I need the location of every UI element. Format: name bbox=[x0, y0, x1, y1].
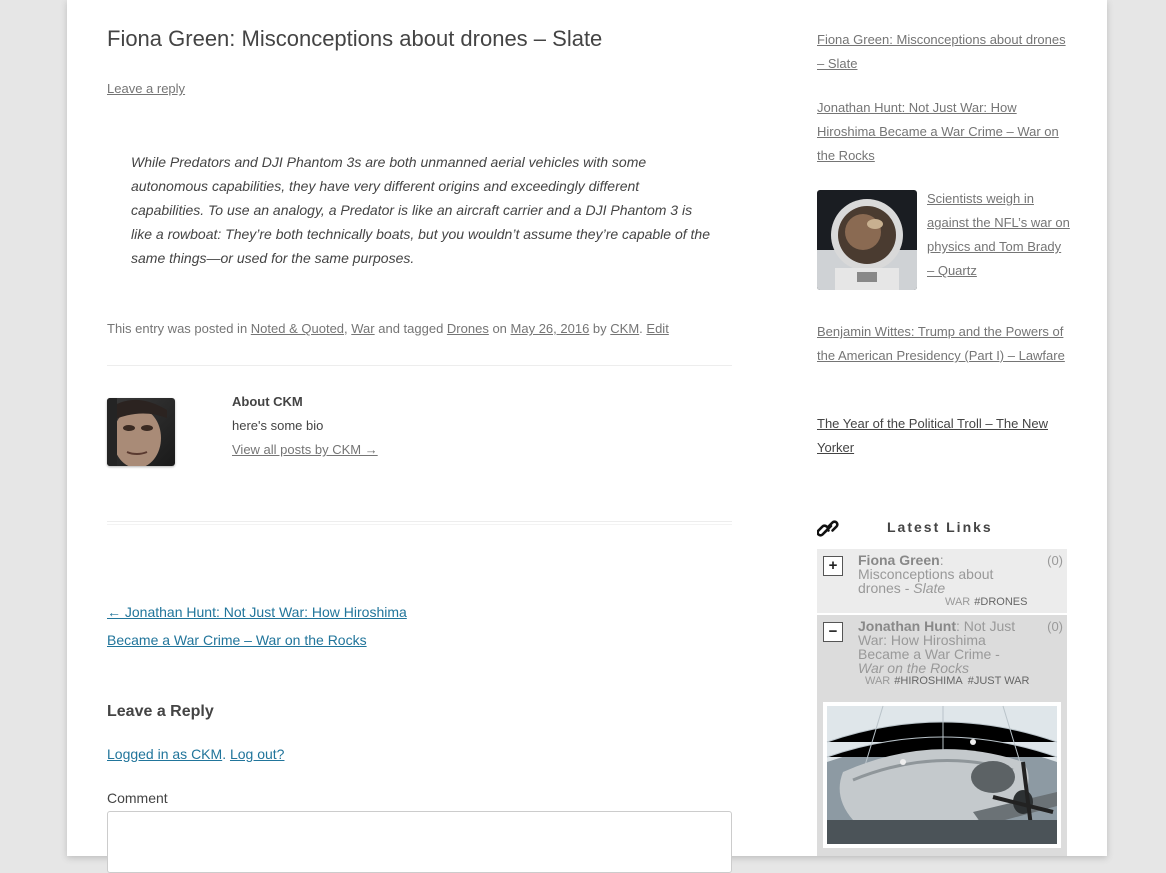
latest-link-item-expanded: − Jonathan Hunt: Not Just War: How Hiros… bbox=[817, 615, 1067, 856]
edit-link[interactable]: Edit bbox=[646, 321, 668, 336]
sidebar-post-link[interactable]: Jonathan Hunt: Not Just War: How Hiroshi… bbox=[817, 96, 1071, 168]
latest-links-title: Latest Links bbox=[887, 519, 993, 535]
previous-post-link[interactable]: ← Jonathan Hunt: Not Just War: How Hiros… bbox=[107, 598, 437, 654]
latest-link-tags: WAR #HIROSHIMA #JUST WAR bbox=[865, 675, 1029, 687]
entry-meta: This entry was posted in Noted & Quoted,… bbox=[107, 321, 669, 336]
divider bbox=[107, 365, 732, 366]
logged-in-separator: . bbox=[222, 746, 230, 762]
meta-tagged: and tagged bbox=[374, 321, 447, 336]
divider bbox=[107, 521, 732, 522]
author-bio: here's some bio bbox=[232, 418, 324, 433]
page: Fiona Green: Misconceptions about drones… bbox=[67, 0, 1107, 873]
author-link[interactable]: CKM bbox=[610, 321, 639, 336]
logged-in-notice: Logged in as CKM. Log out? bbox=[107, 746, 284, 762]
latest-link-source: Slate bbox=[913, 580, 946, 596]
logout-link[interactable]: Log out? bbox=[230, 746, 285, 762]
author-box-title: About CKM bbox=[232, 394, 303, 409]
sidebar-post-link[interactable]: Benjamin Wittes: Trump and the Powers of… bbox=[817, 320, 1071, 368]
post-quote: While Predators and DJI Phantom 3s are b… bbox=[131, 154, 710, 266]
sidebar-post-link[interactable]: Scientists weigh in against the NFL’s wa… bbox=[927, 187, 1071, 283]
entry-title: Fiona Green: Misconceptions about drones… bbox=[107, 26, 603, 51]
bomber-aircraft-image[interactable] bbox=[823, 702, 1061, 848]
latest-link-source: War on the Rocks bbox=[858, 660, 970, 676]
view-all-posts-link[interactable]: View all posts by CKM → bbox=[232, 442, 378, 457]
category-link-war[interactable]: War bbox=[351, 321, 374, 336]
tag-label[interactable]: #DRONES bbox=[974, 596, 1027, 608]
author-avatar bbox=[107, 398, 175, 466]
post-date-link[interactable]: May 26, 2016 bbox=[511, 321, 590, 336]
latest-link-text[interactable]: Jonathan Hunt: Not Just War: How Hiroshi… bbox=[858, 619, 1026, 675]
category-label[interactable]: WAR bbox=[945, 596, 970, 608]
leave-reply-link[interactable]: Leave a reply bbox=[107, 81, 185, 96]
comment-textarea[interactable] bbox=[107, 811, 732, 873]
logged-in-user-link[interactable]: Logged in as CKM bbox=[107, 746, 222, 762]
comment-count: (0) bbox=[1047, 553, 1063, 568]
tag-label[interactable]: #JUST WAR bbox=[968, 675, 1030, 687]
category-link-noted-quoted[interactable]: Noted & Quoted bbox=[251, 321, 344, 336]
collapse-toggle-button[interactable]: − bbox=[823, 622, 843, 642]
divider bbox=[107, 524, 732, 525]
tag-link-drones[interactable]: Drones bbox=[447, 321, 489, 336]
latest-link-item: + Fiona Green: Misconceptions about dron… bbox=[817, 549, 1067, 613]
meta-on: on bbox=[488, 321, 511, 336]
tag-label[interactable]: #HIROSHIMA bbox=[894, 675, 962, 687]
sidebar-post-link[interactable]: The Year of the Political Troll – The Ne… bbox=[817, 412, 1071, 460]
meta-prefix: This entry was posted in bbox=[107, 321, 251, 336]
latest-link-text[interactable]: Fiona Green: Misconceptions about drones… bbox=[858, 553, 1026, 595]
comment-label: Comment bbox=[107, 790, 168, 806]
link-chain-icon bbox=[816, 518, 839, 540]
astronaut-thumbnail[interactable] bbox=[817, 190, 917, 290]
expand-toggle-button[interactable]: + bbox=[823, 556, 843, 576]
reply-title: Leave a Reply bbox=[107, 703, 214, 720]
comment-count: (0) bbox=[1047, 619, 1063, 634]
category-label[interactable]: WAR bbox=[865, 675, 890, 687]
latest-link-tags: WAR #DRONES bbox=[945, 596, 1027, 608]
meta-by: by bbox=[589, 321, 611, 336]
sidebar-post-link[interactable]: Fiona Green: Misconceptions about drones… bbox=[817, 28, 1071, 76]
